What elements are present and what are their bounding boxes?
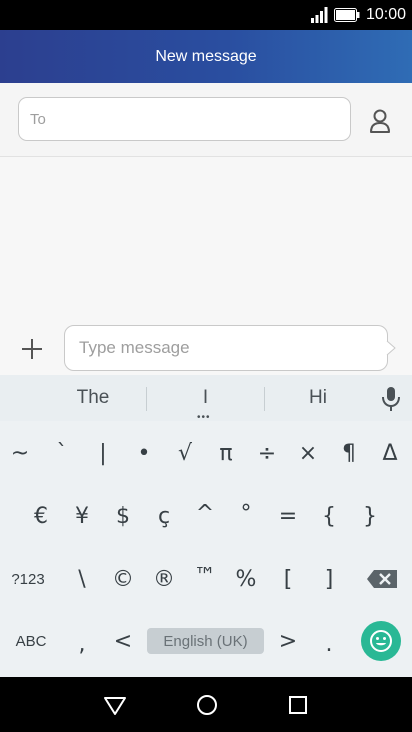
key[interactable]: = [268, 496, 308, 536]
add-icon[interactable] [18, 335, 46, 363]
recipient-placeholder: To [30, 110, 46, 128]
key[interactable]: % [226, 559, 266, 599]
emoji-button[interactable] [361, 621, 401, 661]
message-area: Type message [0, 157, 412, 375]
key[interactable]: • [124, 433, 164, 473]
signal-icon [310, 7, 328, 23]
spacebar[interactable]: English (UK) [147, 628, 264, 654]
key[interactable]: Δ [370, 433, 410, 473]
key[interactable]: { [309, 496, 349, 536]
contact-icon[interactable] [366, 107, 394, 135]
status-icons: 10:00 [310, 6, 406, 24]
symbols-toggle-key[interactable]: ?123 [4, 559, 52, 599]
emoji-icon [370, 630, 392, 652]
key[interactable]: √ [165, 433, 205, 473]
spacebar-label: English (UK) [163, 632, 248, 650]
key[interactable]: . [309, 624, 349, 664]
key[interactable]: ` [42, 433, 82, 473]
page-title: New message [155, 47, 257, 65]
key[interactable]: © [103, 559, 143, 599]
key[interactable]: ÷ [247, 433, 287, 473]
key[interactable]: ^ [185, 493, 225, 533]
key[interactable]: ¥ [62, 496, 102, 536]
key[interactable]: \ [62, 559, 102, 599]
key[interactable]: | [83, 433, 123, 473]
home-icon[interactable] [193, 691, 221, 719]
status-time: 10:00 [365, 6, 406, 23]
recipient-input[interactable]: To [18, 97, 351, 141]
recents-icon[interactable] [284, 691, 312, 719]
key[interactable]: ¶ [329, 433, 369, 473]
message-placeholder: Type message [79, 338, 190, 357]
key[interactable]: ç [144, 496, 184, 536]
key[interactable]: } [350, 496, 390, 536]
key[interactable]: ° [226, 493, 266, 533]
key[interactable]: > [268, 621, 308, 661]
key[interactable]: ® [144, 559, 184, 599]
keyboard: ~ ` | • √ π ÷ × ¶ Δ € ¥ $ ç ^ ° = { } ?1… [0, 421, 412, 677]
suggestion-item[interactable]: Hi [265, 375, 371, 421]
key[interactable]: [ [268, 559, 308, 599]
message-input[interactable]: Type message [64, 325, 388, 371]
abc-toggle-key[interactable]: ABC [6, 621, 56, 661]
key[interactable]: ~ [0, 433, 40, 473]
recipient-area: To [0, 83, 412, 157]
key[interactable]: $ [103, 496, 143, 536]
send-icon[interactable] [386, 340, 396, 356]
key[interactable]: ™ [185, 556, 225, 596]
suggestion-bar: The I ••• Hi [0, 375, 412, 423]
key[interactable]: × [288, 433, 328, 473]
mic-icon[interactable] [380, 385, 402, 413]
key[interactable]: € [21, 496, 61, 536]
app-bar: New message [0, 30, 412, 83]
key[interactable]: < [103, 621, 143, 661]
key[interactable]: π [206, 433, 246, 473]
status-bar: 10:00 [0, 0, 412, 30]
navigation-bar [0, 677, 412, 732]
key[interactable]: , [62, 624, 102, 664]
suggestion-item[interactable]: The [40, 375, 146, 421]
key[interactable]: ] [309, 559, 349, 599]
battery-icon [333, 8, 360, 22]
back-icon[interactable] [101, 691, 129, 719]
backspace-icon[interactable] [366, 569, 398, 589]
